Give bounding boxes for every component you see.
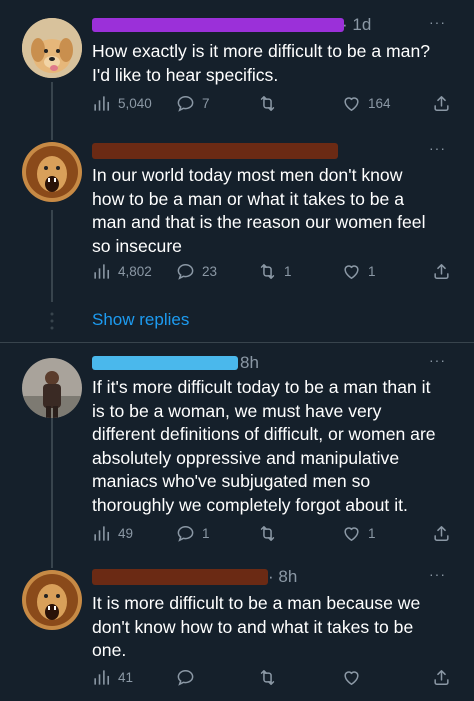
reply-button[interactable] (176, 666, 202, 688)
like-icon (342, 94, 361, 113)
reply-button[interactable]: 23 (176, 260, 217, 282)
views-icon (92, 94, 111, 113)
tweet-header: 8h ··· (92, 352, 462, 374)
reply-count: 23 (202, 263, 218, 279)
lion-avatar[interactable] (22, 570, 82, 630)
divider (0, 342, 474, 343)
views-icon (92, 262, 111, 281)
share-button[interactable] (432, 92, 451, 114)
views-button[interactable]: 5,040 (92, 92, 152, 114)
dog-avatar[interactable] (22, 18, 82, 78)
views-count: 5,040 (118, 95, 152, 111)
like-count: 164 (368, 95, 391, 111)
tweet[interactable]: · 8h ··· It is more difficult to be a ma… (0, 566, 474, 701)
retweet-button[interactable]: 1 (258, 260, 292, 282)
redacted-username (92, 18, 344, 32)
tweet-text: It is more difficult to be a man because… (92, 593, 421, 660)
tweet-actions: 49 1 1 (92, 522, 452, 544)
retweet-icon (258, 94, 277, 113)
redacted-username (92, 356, 238, 370)
views-button[interactable]: 41 (92, 666, 133, 688)
lion-avatar[interactable] (22, 142, 82, 202)
views-icon (92, 668, 111, 687)
redacted-username (92, 143, 338, 159)
thread-dots (48, 311, 56, 331)
share-icon (432, 668, 451, 687)
share-button[interactable] (432, 666, 451, 688)
reply-icon (176, 524, 195, 543)
tweet[interactable]: 8h ··· If it's more difficult today to b… (0, 352, 474, 552)
like-icon (342, 668, 361, 687)
reply-count: 7 (202, 95, 210, 111)
tweet-header: · 1d ··· (92, 14, 462, 36)
like-icon (342, 262, 361, 281)
reply-icon (176, 262, 195, 281)
tweet[interactable]: ··· In our world today most men don't kn… (0, 140, 474, 300)
share-button[interactable] (432, 522, 451, 544)
views-button[interactable]: 49 (92, 522, 133, 544)
tweet-text: If it's more difficult today to be a man… (92, 377, 436, 515)
tweet-actions: 41 (92, 666, 452, 688)
share-button[interactable] (432, 260, 451, 282)
like-button[interactable]: 164 (342, 92, 391, 114)
like-icon (342, 524, 361, 543)
more-options-icon[interactable]: ··· (429, 352, 446, 368)
like-button[interactable]: 1 (342, 522, 376, 544)
like-count: 1 (368, 263, 376, 279)
like-button[interactable]: 1 (342, 260, 376, 282)
tweet-actions: 5,040 7 164 (92, 92, 452, 114)
more-options-icon[interactable]: ··· (429, 14, 446, 30)
retweet-icon (258, 668, 277, 687)
retweet-button[interactable] (258, 666, 284, 688)
tweet-header: ··· (92, 140, 462, 162)
tweet-timestamp: · 8h (268, 567, 298, 586)
tweet-header: · 8h ··· (92, 566, 462, 588)
reply-button[interactable]: 7 (176, 92, 210, 114)
tweet-timestamp: · 1d (342, 15, 372, 34)
views-button[interactable]: 4,802 (92, 260, 152, 282)
tweet-actions: 4,802 23 1 1 (92, 260, 452, 282)
retweet-button[interactable] (258, 92, 284, 114)
reply-icon (176, 94, 195, 113)
like-count: 1 (368, 525, 376, 541)
views-count: 4,802 (118, 263, 152, 279)
tweet-text: In our world today most men don't know h… (92, 165, 426, 256)
reply-count: 1 (202, 525, 210, 541)
retweet-count: 1 (284, 263, 292, 279)
retweet-icon (258, 524, 277, 543)
views-count: 49 (118, 525, 134, 541)
share-icon (432, 94, 451, 113)
tweet[interactable]: · 1d ··· How exactly is it more difficul… (0, 0, 474, 140)
views-icon (92, 524, 111, 543)
more-options-icon[interactable]: ··· (429, 566, 446, 582)
more-options-icon[interactable]: ··· (429, 140, 446, 156)
retweet-icon (258, 262, 277, 281)
views-count: 41 (118, 669, 134, 685)
share-icon (432, 262, 451, 281)
share-icon (432, 524, 451, 543)
reply-icon (176, 668, 195, 687)
like-button[interactable] (342, 666, 368, 688)
person-avatar[interactable] (22, 358, 82, 418)
retweet-button[interactable] (258, 522, 284, 544)
tweet-timestamp: 8h (240, 353, 259, 372)
tweet-text: How exactly is it more difficult to be a… (92, 41, 431, 85)
reply-button[interactable]: 1 (176, 522, 210, 544)
show-replies-link[interactable]: Show replies (92, 310, 189, 330)
redacted-username (92, 569, 268, 585)
